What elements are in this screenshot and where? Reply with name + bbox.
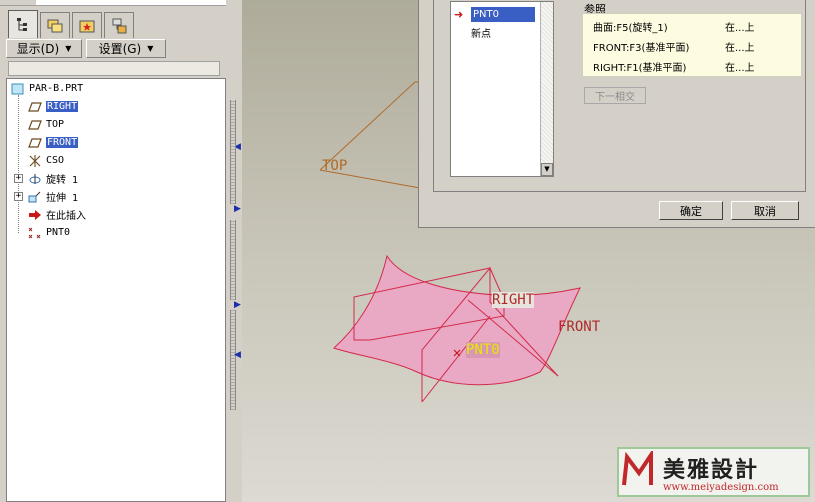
tree-item-cso[interactable]: CSO xyxy=(27,153,64,168)
model-tree: PAR-B.PRT RIGHT TOP FRONT CSO + 旋转 1 + 拉… xyxy=(6,78,226,502)
tree-item-label: CSO xyxy=(46,155,65,166)
scroll-down-icon[interactable]: ▼ xyxy=(541,163,553,176)
references-table[interactable]: 曲面:F5(旋转_1) 在...上 FRONT:F3(基准平面) 在...上 R… xyxy=(582,13,802,77)
tree-item-top[interactable]: TOP xyxy=(27,117,64,132)
ok-button[interactable]: 确定 xyxy=(659,201,723,220)
reference-constraint[interactable]: 在...上 xyxy=(725,39,755,54)
point-list-item[interactable]: PNT0 xyxy=(471,7,535,22)
datum-label-point[interactable]: PNT0 xyxy=(466,342,500,358)
watermark-brand: 美雅設計 xyxy=(663,457,760,483)
reference-name: 曲面:F5(旋转_1) xyxy=(593,22,668,34)
revolve-icon xyxy=(27,172,43,185)
insert-here-icon xyxy=(27,208,43,221)
expand-toggle[interactable]: + xyxy=(14,192,23,201)
tree-filter-bar[interactable] xyxy=(8,61,220,76)
tree-item-label: FRONT xyxy=(46,137,79,148)
splitter-grip xyxy=(230,100,236,204)
next-intersection-button[interactable]: 下一相交 xyxy=(584,87,646,104)
datum-label-right[interactable]: RIGHT xyxy=(492,292,535,308)
display-menu-button[interactable]: 显示(D) ▼ xyxy=(6,39,82,58)
tree-item-label: 在此插入 xyxy=(46,211,86,222)
point-list-label: 新点 xyxy=(471,29,491,40)
tree-root-label: PAR-B.PRT xyxy=(29,83,84,94)
tree-item-insert-here[interactable]: 在此插入 xyxy=(27,207,86,222)
display-menu-label: 显示(D) xyxy=(16,42,60,56)
panel-top-strip xyxy=(0,0,241,6)
datum-point-dialog: ➜ PNT0 新点 ▼ 参照 曲面:F5(旋转_1) 在...上 FRONT:F… xyxy=(418,0,815,228)
current-point-arrow-icon: ➜ xyxy=(454,8,464,21)
reference-name: FRONT:F3(基准平面) xyxy=(593,42,690,54)
watermark-url: www.meiyadesign.com xyxy=(663,482,779,493)
csys-icon xyxy=(27,154,43,167)
tree-connector xyxy=(18,95,19,233)
expand-arrow-icon: ▶ xyxy=(234,300,241,310)
splitter-grip xyxy=(230,310,236,410)
expand-toggle[interactable]: + xyxy=(14,174,23,183)
datum-label-top[interactable]: TOP xyxy=(322,158,347,174)
settings-menu-label: 设置(G) xyxy=(98,42,142,56)
favorites-tab[interactable] xyxy=(72,12,102,38)
model-tree-panel: 显示(D) ▼ 设置(G) ▼ PAR-B.PRT RIGHT TOP FRON… xyxy=(0,0,241,502)
reference-constraint[interactable]: 在...上 xyxy=(725,19,755,34)
collapse-arrow-icon: ◀ xyxy=(234,350,241,360)
tree-icon xyxy=(17,17,27,31)
point-list-scrollbar[interactable]: ▼ xyxy=(540,2,553,176)
reference-name: RIGHT:F1(基准平面) xyxy=(593,62,687,74)
expand-arrow-icon: ▶ xyxy=(234,204,241,214)
point-list-item[interactable]: 新点 xyxy=(471,25,491,40)
tree-item-extrude[interactable]: 拉伸 1 xyxy=(27,189,78,204)
reference-row[interactable]: 曲面:F5(旋转_1) 在...上 xyxy=(593,17,799,35)
tree-menu-row: 显示(D) ▼ 设置(G) ▼ xyxy=(6,39,234,59)
datum-plane-icon xyxy=(27,118,43,131)
extrude-icon xyxy=(27,190,43,203)
tree-item-label: PNT0 xyxy=(46,227,71,238)
placement-tab-panel: ➜ PNT0 新点 ▼ 参照 曲面:F5(旋转_1) 在...上 FRONT:F… xyxy=(433,0,806,192)
reference-row[interactable]: FRONT:F3(基准平面) 在...上 xyxy=(593,37,799,55)
model-tree-tab[interactable] xyxy=(8,10,38,38)
watermark: 美雅設計 www.meiyadesign.com xyxy=(617,447,810,497)
network-icon xyxy=(112,18,127,33)
panel-splitter[interactable]: ◀ ▶ ▶ ◀ xyxy=(226,0,242,502)
tree-item-label: 拉伸 1 xyxy=(46,193,79,204)
datum-label-front[interactable]: FRONT xyxy=(558,319,600,335)
point-list-label: PNT0 xyxy=(473,9,499,20)
datum-point-icon xyxy=(27,226,43,239)
tree-item-label: 旋转 1 xyxy=(46,175,79,186)
dropdown-arrow-icon: ▼ xyxy=(65,44,72,53)
tree-item-label: RIGHT xyxy=(46,101,79,112)
tree-item-label: TOP xyxy=(46,119,65,130)
folders-icon xyxy=(47,19,63,32)
tree-root[interactable]: PAR-B.PRT xyxy=(10,81,83,96)
splitter-grip xyxy=(230,220,236,300)
reference-constraint[interactable]: 在...上 xyxy=(725,59,755,74)
star-folder-icon xyxy=(79,20,95,32)
reference-row[interactable]: RIGHT:F1(基准平面) 在...上 xyxy=(593,57,799,75)
cancel-button[interactable]: 取消 xyxy=(731,201,799,220)
folder-browser-tab[interactable] xyxy=(40,12,70,38)
dropdown-arrow-icon: ▼ xyxy=(147,44,154,53)
part-icon xyxy=(10,82,26,95)
brand-logo-icon xyxy=(622,451,653,486)
connections-tab[interactable] xyxy=(104,12,134,38)
tree-item-revolve[interactable]: 旋转 1 xyxy=(27,171,78,186)
navigator-tabs xyxy=(8,10,238,38)
tree-item-right[interactable]: RIGHT xyxy=(27,99,79,114)
datum-plane-icon xyxy=(27,136,43,149)
tree-item-pnt0[interactable]: PNT0 xyxy=(27,225,70,240)
datum-plane-icon xyxy=(27,100,43,113)
settings-menu-button[interactable]: 设置(G) ▼ xyxy=(86,39,166,58)
tree-item-front[interactable]: FRONT xyxy=(27,135,79,150)
point-list[interactable]: ➜ PNT0 新点 ▼ xyxy=(450,1,554,177)
